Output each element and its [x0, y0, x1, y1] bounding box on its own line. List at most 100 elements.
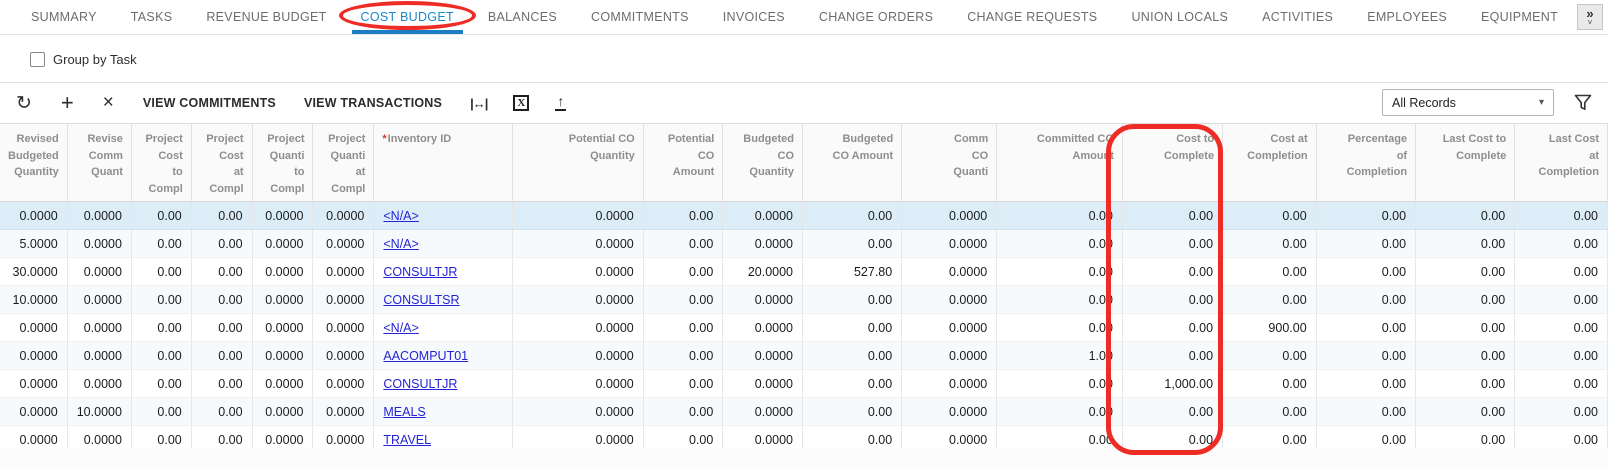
grid-cell[interactable]: CONSULTSR	[374, 286, 513, 314]
delete-row-icon[interactable]: ×	[103, 92, 114, 114]
inventory-link[interactable]: CONSULTJR	[383, 265, 457, 279]
column-header-percentage-of-completion[interactable]: Percentage of Completion	[1316, 124, 1415, 202]
tab-revenue-budget[interactable]: REVENUE BUDGET	[189, 0, 343, 34]
grid-cell[interactable]: 0.00	[1122, 202, 1222, 230]
grid-cell[interactable]: 0.00	[1122, 398, 1222, 426]
inventory-link[interactable]: <N/A>	[383, 321, 418, 335]
grid-cell[interactable]: 0.00	[997, 230, 1123, 258]
grid-cell[interactable]: 0.00	[1416, 398, 1515, 426]
grid-cell[interactable]: 0.00	[643, 342, 723, 370]
column-header-inventory-id[interactable]: *Inventory ID	[374, 124, 513, 202]
upload-icon[interactable]: ↑	[555, 95, 566, 111]
table-row[interactable]: 0.00000.00000.000.000.00000.0000CONSULTJ…	[0, 370, 1608, 398]
grid-cell[interactable]: 0.00	[191, 398, 252, 426]
grid-cell[interactable]: 0.00	[1223, 286, 1317, 314]
grid-cell[interactable]: 0.00	[131, 314, 191, 342]
grid-cell[interactable]: 0.0000	[313, 258, 374, 286]
grid-cell[interactable]: 0.0000	[513, 258, 643, 286]
grid-cell[interactable]: 0.0000	[67, 258, 131, 286]
grid-cell[interactable]: 0.0000	[252, 258, 313, 286]
grid-cell[interactable]: 0.00	[191, 314, 252, 342]
grid-cell[interactable]: 0.00	[1416, 342, 1515, 370]
grid-cell[interactable]: 0.0000	[313, 286, 374, 314]
grid-cell[interactable]: 0.0000	[0, 342, 67, 370]
grid-cell[interactable]: 0.0000	[723, 202, 803, 230]
grid-cell[interactable]: 0.00	[1416, 202, 1515, 230]
grid-cell[interactable]: 0.00	[1122, 342, 1222, 370]
grid-cell[interactable]: 0.00	[1515, 398, 1608, 426]
grid-cell[interactable]: 0.00	[1515, 370, 1608, 398]
grid-cell[interactable]: 0.00	[131, 398, 191, 426]
tab-commitments[interactable]: COMMITMENTS	[574, 0, 706, 34]
grid-cell[interactable]: 0.0000	[252, 230, 313, 258]
grid-cell[interactable]: 0.0000	[0, 398, 67, 426]
grid-cell[interactable]: 0.0000	[313, 342, 374, 370]
column-header-project-quanti-to-compl[interactable]: Project Quanti to Compl	[252, 124, 313, 202]
filter-icon[interactable]	[1574, 94, 1592, 111]
grid-cell[interactable]: 0.00	[1316, 202, 1415, 230]
grid-cell[interactable]: 0.00	[1122, 230, 1222, 258]
group-by-task-checkbox[interactable]	[30, 52, 45, 67]
tab-overflow-button[interactable]: » ˅	[1577, 4, 1603, 30]
grid-cell[interactable]: 0.00	[997, 314, 1123, 342]
table-row[interactable]: 0.00000.00000.000.000.00000.0000<N/A>0.0…	[0, 202, 1608, 230]
grid-cell[interactable]: 0.0000	[513, 398, 643, 426]
table-row[interactable]: 10.00000.00000.000.000.00000.0000CONSULT…	[0, 286, 1608, 314]
grid-cell[interactable]: 0.0000	[67, 202, 131, 230]
records-filter-select[interactable]: All Records ▾	[1382, 89, 1554, 116]
column-header-last-cost-to-complete[interactable]: Last Cost to Complete	[1416, 124, 1515, 202]
grid-cell[interactable]: 0.00	[1416, 230, 1515, 258]
grid-cell[interactable]: 0.00	[1122, 314, 1222, 342]
grid-cell[interactable]: 0.00	[643, 398, 723, 426]
grid-cell[interactable]: 0.00	[1416, 286, 1515, 314]
grid-cell[interactable]: 0.00	[1515, 230, 1608, 258]
grid-cell[interactable]: 30.0000	[0, 258, 67, 286]
column-header-potential-co-quantity[interactable]: Potential CO Quantity	[513, 124, 643, 202]
grid-cell[interactable]: 0.00	[997, 398, 1123, 426]
grid-cell[interactable]: 0.00	[803, 230, 902, 258]
grid-cell[interactable]: 0.0000	[902, 202, 997, 230]
grid-cell[interactable]: 0.00	[803, 342, 902, 370]
grid-cell[interactable]: 0.00	[643, 314, 723, 342]
table-row[interactable]: 0.00000.00000.000.000.00000.0000AACOMPUT…	[0, 342, 1608, 370]
grid-cell[interactable]: 0.00	[131, 286, 191, 314]
grid-cell[interactable]: 0.00	[1223, 258, 1317, 286]
grid-cell[interactable]: 5.0000	[0, 230, 67, 258]
grid-cell[interactable]: 0.0000	[902, 370, 997, 398]
inventory-link[interactable]: AACOMPUT01	[383, 349, 468, 363]
grid-cell[interactable]: 0.00	[1416, 258, 1515, 286]
grid-cell[interactable]: 0.0000	[67, 342, 131, 370]
column-header-revised-budgeted-quantity[interactable]: Revised Budgeted Quantity	[0, 124, 67, 202]
add-row-icon[interactable]: +	[61, 90, 74, 116]
grid-cell[interactable]: CONSULTJR	[374, 370, 513, 398]
grid-cell[interactable]: 0.0000	[67, 286, 131, 314]
grid-cell[interactable]: 0.00	[643, 230, 723, 258]
grid-cell[interactable]: 0.00	[1316, 230, 1415, 258]
export-excel-icon[interactable]: X	[513, 95, 529, 111]
grid-cell[interactable]: 0.00	[131, 342, 191, 370]
table-row[interactable]: 5.00000.00000.000.000.00000.0000<N/A>0.0…	[0, 230, 1608, 258]
grid-cell[interactable]: 0.0000	[723, 314, 803, 342]
grid-cell[interactable]: 0.00	[1316, 314, 1415, 342]
tab-employees[interactable]: EMPLOYEES	[1350, 0, 1464, 34]
grid-cell[interactable]: 0.00	[131, 370, 191, 398]
tab-balances[interactable]: BALANCES	[471, 0, 574, 34]
tab-change-requests[interactable]: CHANGE REQUESTS	[950, 0, 1114, 34]
tab-union-locals[interactable]: UNION LOCALS	[1114, 0, 1245, 34]
grid-cell[interactable]: 0.00	[1316, 370, 1415, 398]
grid-cell[interactable]: 20.0000	[723, 258, 803, 286]
grid-cell[interactable]: 0.0000	[723, 342, 803, 370]
column-header-committed-co-amount[interactable]: Committed CO Amount	[997, 124, 1123, 202]
grid-cell[interactable]: 0.0000	[252, 314, 313, 342]
grid-cell[interactable]: 0.0000	[513, 314, 643, 342]
column-header-budgeted-co-quantity[interactable]: Budgeted CO Quantity	[723, 124, 803, 202]
table-row[interactable]: 0.00000.00000.000.000.00000.0000<N/A>0.0…	[0, 314, 1608, 342]
inventory-link[interactable]: CONSULTSR	[383, 293, 459, 307]
grid-cell[interactable]: 0.0000	[67, 314, 131, 342]
column-header-revise-comm-quant[interactable]: Revise Comm Quant	[67, 124, 131, 202]
column-header-cost-to-complete[interactable]: Cost to Complete	[1122, 124, 1222, 202]
grid-cell[interactable]: 0.00	[997, 370, 1123, 398]
grid-cell[interactable]: 0.00	[1316, 342, 1415, 370]
grid-cell[interactable]: 0.0000	[513, 202, 643, 230]
view-transactions-button[interactable]: VIEW TRANSACTIONS	[304, 96, 442, 110]
